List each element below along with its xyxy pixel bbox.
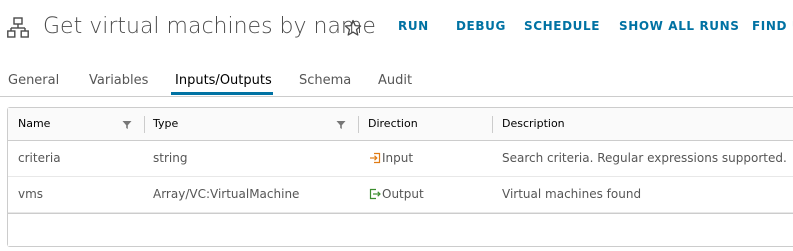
run-button[interactable]: RUN	[398, 18, 429, 34]
column-header-name[interactable]: Name	[18, 108, 50, 140]
param-description-cell: Search criteria. Regular expressions sup…	[502, 151, 787, 165]
column-header-description[interactable]: Description	[502, 108, 565, 140]
table-row[interactable]: vms Array/VC:VirtualMachine Output Virtu…	[8, 177, 793, 213]
column-separator[interactable]	[492, 116, 493, 133]
tab-general[interactable]: General	[8, 72, 59, 90]
tab-bar: General Variables Inputs/Outputs Schema …	[0, 58, 793, 97]
param-description-cell: Virtual machines found	[502, 187, 642, 201]
find-button[interactable]: FIND U	[752, 18, 793, 34]
param-type-cell: Array/VC:VirtualMachine	[153, 187, 300, 201]
debug-button[interactable]: DEBUG	[456, 18, 506, 34]
output-arrow-icon	[369, 188, 381, 200]
schedule-button[interactable]: SCHEDULE	[524, 18, 600, 34]
grid-header: Name Type Direction Description	[8, 108, 793, 141]
filter-icon[interactable]	[336, 120, 346, 130]
show-all-runs-button[interactable]: SHOW ALL RUNS	[619, 18, 740, 34]
tab-schema[interactable]: Schema	[299, 72, 351, 90]
column-header-type[interactable]: Type	[153, 108, 178, 140]
column-separator[interactable]	[358, 116, 359, 133]
filter-icon[interactable]	[122, 120, 132, 130]
param-type-cell: string	[153, 151, 188, 165]
param-direction-cell: Output	[382, 187, 424, 201]
column-header-direction[interactable]: Direction	[368, 108, 418, 140]
page-title: Get virtual machines by name	[43, 14, 376, 39]
param-name-cell: vms	[18, 187, 44, 201]
grid-footer	[8, 213, 793, 246]
workflow-icon	[7, 17, 29, 38]
tab-inputs-outputs[interactable]: Inputs/Outputs	[175, 72, 272, 90]
column-separator[interactable]	[144, 116, 145, 133]
param-direction-cell: Input	[382, 151, 414, 165]
table-row[interactable]: criteria string Input Search criteria. R…	[8, 141, 793, 177]
inputs-outputs-grid: Name Type Direction Description criteria…	[7, 107, 793, 247]
tab-audit[interactable]: Audit	[378, 72, 412, 90]
workflow-header: Get virtual machines by name RUN DEBUG S…	[0, 0, 793, 58]
star-outline-icon[interactable]	[344, 19, 362, 37]
input-arrow-icon	[370, 152, 381, 164]
tab-variables[interactable]: Variables	[89, 72, 148, 90]
active-tab-indicator	[171, 92, 273, 95]
param-name-cell: criteria	[18, 151, 61, 165]
